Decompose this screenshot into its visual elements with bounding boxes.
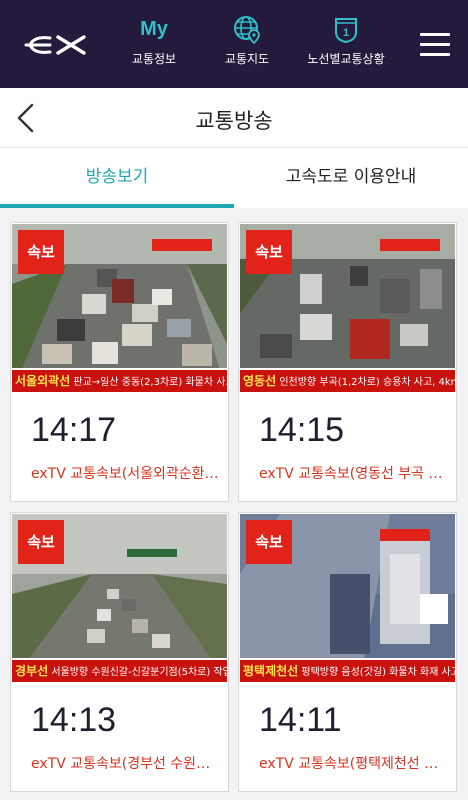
video-card[interactable]: 속보 서울외곽선 판교→일산 중동(2,3차로) 화물차 사고, 1km 정체 … [10, 222, 229, 502]
globe-pin-icon [234, 16, 260, 44]
highway-shield-icon: 1 [335, 18, 357, 44]
video-title[interactable]: exTV 교통속보(영동선 부곡 승용차 사고) [259, 463, 449, 483]
ticker-caption: 서울외곽선 판교→일산 중동(2,3차로) 화물차 사고, 1km 정체 [12, 368, 227, 392]
ticker-direction: 서울방향 [51, 667, 89, 678]
ticker-caption: 경부선 서울방향 수원신갈-신갈분기점(5차로) 작업, 8km 정체 [12, 658, 227, 682]
video-title[interactable]: exTV 교통속보(경부선 수원신갈 작업) [31, 753, 221, 773]
ticker-caption: 평택제천선 평택방향 음성(갓길) 화물차 화재 사고 [240, 658, 455, 682]
tab-bar: 방송보기 고속도로 이용안내 [0, 148, 468, 208]
nav-traffic-info[interactable]: My 교통정보 [109, 14, 199, 67]
ticker-route: 영동선 [243, 374, 277, 388]
video-time: 14:17 [31, 411, 117, 449]
breaking-badge: 속보 [246, 230, 292, 274]
ex-logo[interactable] [20, 32, 90, 58]
ticker-route: 평택제천선 [243, 664, 299, 678]
video-card[interactable]: 속보 경부선 서울방향 수원신갈-신갈분기점(5차로) 작업, 8km 정체 1… [10, 512, 229, 792]
breaking-badge: 속보 [18, 230, 64, 274]
video-card[interactable]: 속보 평택제천선 평택방향 음성(갓길) 화물차 화재 사고 14:11 exT… [238, 512, 457, 792]
video-grid: 속보 서울외곽선 판교→일산 중동(2,3차로) 화물차 사고, 1km 정체 … [0, 208, 468, 800]
video-thumbnail[interactable]: 속보 평택제천선 평택방향 음성(갓길) 화물차 화재 사고 [240, 514, 455, 682]
nav-traffic-map-label: 교통지도 [224, 52, 270, 66]
video-time: 14:13 [31, 701, 117, 739]
video-title[interactable]: exTV 교통속보(평택제천선 음성 화물차 화재 사고) [259, 753, 449, 773]
ticker-route: 서울외곽선 [15, 374, 71, 388]
tab-highway-guide[interactable]: 고속도로 이용안내 [234, 148, 468, 208]
ticker-caption: 영동선 인천방향 부곡(1,2차로) 승용차 사고, 4km 정체 [240, 368, 455, 392]
ticker-direction: 평택방향 [301, 667, 339, 678]
ticker-route: 경부선 [15, 664, 49, 678]
video-thumbnail[interactable]: 속보 서울외곽선 판교→일산 중동(2,3차로) 화물차 사고, 1km 정체 [12, 224, 227, 392]
tab-broadcast[interactable]: 방송보기 [0, 148, 234, 208]
page-title: 교통방송 [195, 109, 273, 133]
video-time: 14:15 [259, 411, 345, 449]
breaking-badge: 속보 [18, 520, 64, 564]
title-bar: 교통방송 [0, 88, 468, 148]
ticker-direction: 판교→일산 [73, 377, 119, 388]
ticker-text: 중동(2,3차로) 화물차 사고, 1km 정체 [121, 377, 227, 388]
video-time: 14:11 [259, 701, 342, 739]
my-icon: My [140, 18, 168, 40]
ticker-text: 수원신갈-신갈분기점(5차로) 작업, 8km 정체 [91, 667, 227, 678]
ticker-text: 음성(갓길) 화물차 화재 사고 [341, 667, 455, 678]
video-thumbnail[interactable]: 속보 영동선 인천방향 부곡(1,2차로) 승용차 사고, 4km 정체 [240, 224, 455, 392]
top-navigation-bar: My 교통정보 교통지도 1 노선별교통상황 [0, 0, 468, 88]
nav-traffic-map[interactable]: 교통지도 [202, 14, 292, 67]
video-thumbnail[interactable]: 속보 경부선 서울방향 수원신갈-신갈분기점(5차로) 작업, 8km 정체 [12, 514, 227, 682]
video-card[interactable]: 속보 영동선 인천방향 부곡(1,2차로) 승용차 사고, 4km 정체 14:… [238, 222, 457, 502]
video-title[interactable]: exTV 교통속보(서울외곽순환선 판교→일산 중동 화물차 사고) [31, 463, 221, 483]
hamburger-menu-icon[interactable] [420, 33, 450, 57]
nav-traffic-info-label: 교통정보 [131, 52, 177, 66]
nav-route-status-label: 노선별교통상황 [307, 52, 385, 66]
highway-shield-number: 1 [343, 27, 349, 39]
ticker-direction: 인천방향 [279, 377, 317, 388]
breaking-badge: 속보 [246, 520, 292, 564]
ticker-text: 부곡(1,2차로) 승용차 사고, 4km 정체 [319, 377, 455, 388]
nav-route-status[interactable]: 1 노선별교통상황 [296, 14, 396, 67]
